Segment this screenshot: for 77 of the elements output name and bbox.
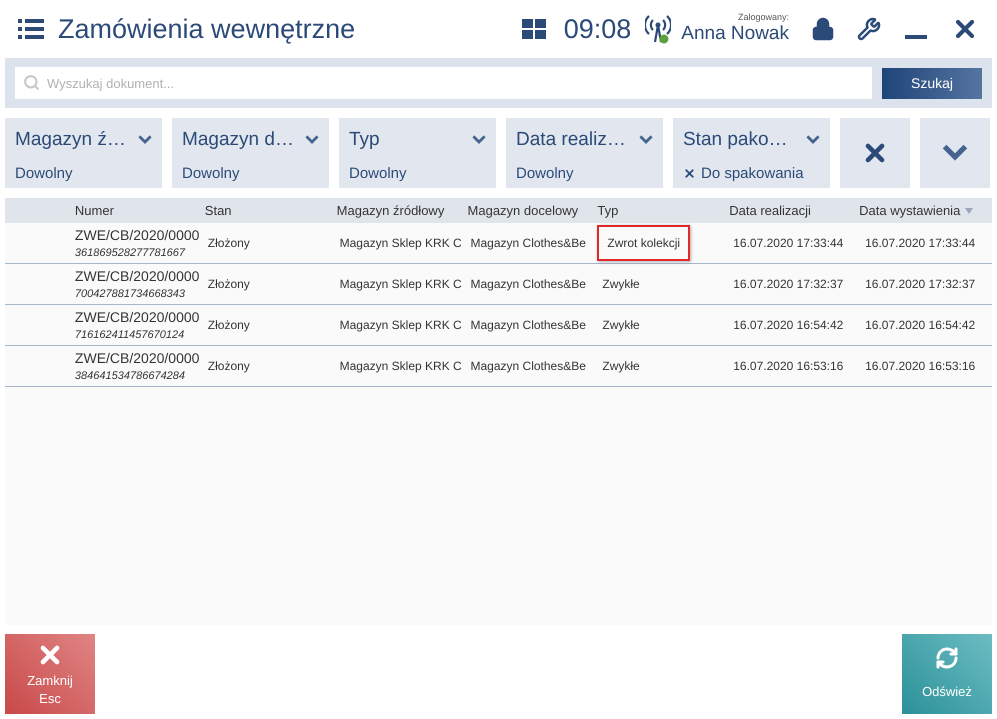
document-number: ZWE/CB/2020/0000 (74, 348, 200, 368)
column-header[interactable]: Magazyn docelowy (468, 200, 578, 220)
sort-descending-icon (965, 208, 974, 214)
status-cell: Złożony (208, 318, 250, 332)
filter-label: Typ (349, 128, 380, 152)
search-button[interactable]: Szukaj (882, 68, 982, 98)
issue-date-cell: 16.07.2020 17:32:37 (865, 277, 976, 291)
column-header[interactable]: Data realizacji (729, 200, 811, 220)
status-cell: Złożony (208, 236, 250, 250)
filter-value: Do spakowania (701, 164, 804, 184)
filter-dropdown[interactable]: Typ Dowolny (339, 118, 496, 188)
menu-icon[interactable] (18, 19, 44, 39)
filter-value: Dowolny (15, 164, 73, 184)
filter-dropdown[interactable]: Data realiz… Dowolny (506, 118, 663, 188)
type-cell-text: Zwykłe (601, 317, 641, 334)
filter-dropdown[interactable]: Magazyn ź… Dowolny (5, 118, 162, 188)
close-button[interactable]: Zamknij Esc (5, 634, 95, 714)
target-warehouse-cell: Magazyn Clothes&Be (470, 359, 586, 373)
document-number: ZWE/CB/2020/0000 (74, 308, 200, 326)
realization-date-cell: 16.07.2020 16:54:42 (733, 318, 844, 332)
filter-label: Data realiz… (516, 128, 626, 152)
filter-dropdown[interactable]: Magazyn d… Dowolny (172, 118, 329, 188)
filter-value: Dowolny (516, 164, 574, 184)
realization-date-cell: 16.07.2020 16:53:16 (733, 359, 844, 373)
filter-value: Dowolny (349, 164, 407, 184)
status-cell: Złożony (208, 277, 250, 291)
search-icon (23, 74, 40, 91)
window-title: Zamówienia wewnętrzne (58, 12, 356, 46)
type-cell-text: Zwykłe (601, 276, 641, 293)
column-header[interactable]: Data wystawienia (859, 200, 974, 220)
column-header[interactable]: Magazyn źródłowy (336, 200, 444, 220)
lock-icon[interactable] (811, 17, 835, 41)
document-number: ZWE/CB/2020/0000 (74, 226, 200, 244)
grid-icon[interactable] (522, 19, 546, 39)
source-warehouse-cell: Magazyn Sklep KRK C (340, 236, 462, 250)
document-code: 384641534786674284 (74, 368, 186, 384)
issue-date-cell: 16.07.2020 16:54:42 (865, 318, 976, 332)
document-code: 700427881734668343 (74, 286, 186, 302)
issue-date-cell: 16.07.2020 17:33:44 (865, 236, 976, 250)
refresh-icon (935, 646, 959, 670)
realization-date-cell: 16.07.2020 17:32:37 (733, 277, 844, 291)
column-header[interactable]: Stan (204, 200, 232, 220)
chevron-down-icon (942, 144, 968, 162)
logged-in-label: Zalogowany: (738, 12, 789, 22)
status-cell: Złożony (208, 359, 250, 373)
search-field[interactable]: Wyszukaj dokument... (15, 67, 872, 99)
filter-label: Magazyn d… (182, 128, 294, 152)
target-warehouse-cell: Magazyn Clothes&Be (470, 236, 586, 250)
source-warehouse-cell: Magazyn Sklep KRK C (340, 359, 462, 373)
column-header[interactable]: Typ (597, 200, 618, 220)
clear-icon[interactable] (683, 167, 696, 180)
issue-date-cell: 16.07.2020 16:53:16 (865, 359, 976, 373)
target-warehouse-cell: Magazyn Clothes&Be (470, 277, 586, 291)
target-warehouse-cell: Magazyn Clothes&Be (470, 318, 586, 332)
filter-label: Magazyn ź… (15, 128, 126, 152)
chevron-down-icon (138, 135, 152, 146)
source-warehouse-cell: Magazyn Sklep KRK C (340, 318, 462, 332)
tools-icon[interactable] (857, 17, 881, 41)
chevron-down-icon (806, 135, 820, 146)
filter-label: Stan pako… (683, 128, 788, 152)
expand-filters-button[interactable] (920, 118, 990, 188)
type-cell: Zwrot kolekcji (597, 225, 690, 261)
clear-filters-button[interactable] (840, 118, 910, 188)
document-code: 716162411457670124 (74, 328, 186, 342)
chevron-down-icon (305, 135, 319, 146)
user-name: Anna Nowak (681, 22, 789, 46)
document-code: 361869528277781667 (74, 246, 186, 260)
source-warehouse-cell: Magazyn Sklep KRK C (340, 277, 462, 291)
clock-time: 09:08 (564, 12, 632, 46)
filter-value: Dowolny (182, 164, 240, 184)
realization-date-cell: 16.07.2020 17:33:44 (733, 236, 844, 250)
document-number: ZWE/CB/2020/0000 (74, 266, 200, 286)
filter-dropdown[interactable]: Stan pako… Do spakowania (673, 118, 830, 188)
chevron-down-icon (472, 135, 486, 146)
chevron-down-icon (639, 135, 653, 146)
column-header[interactable]: Numer (74, 200, 114, 220)
type-cell-text: Zwykłe (601, 358, 641, 375)
